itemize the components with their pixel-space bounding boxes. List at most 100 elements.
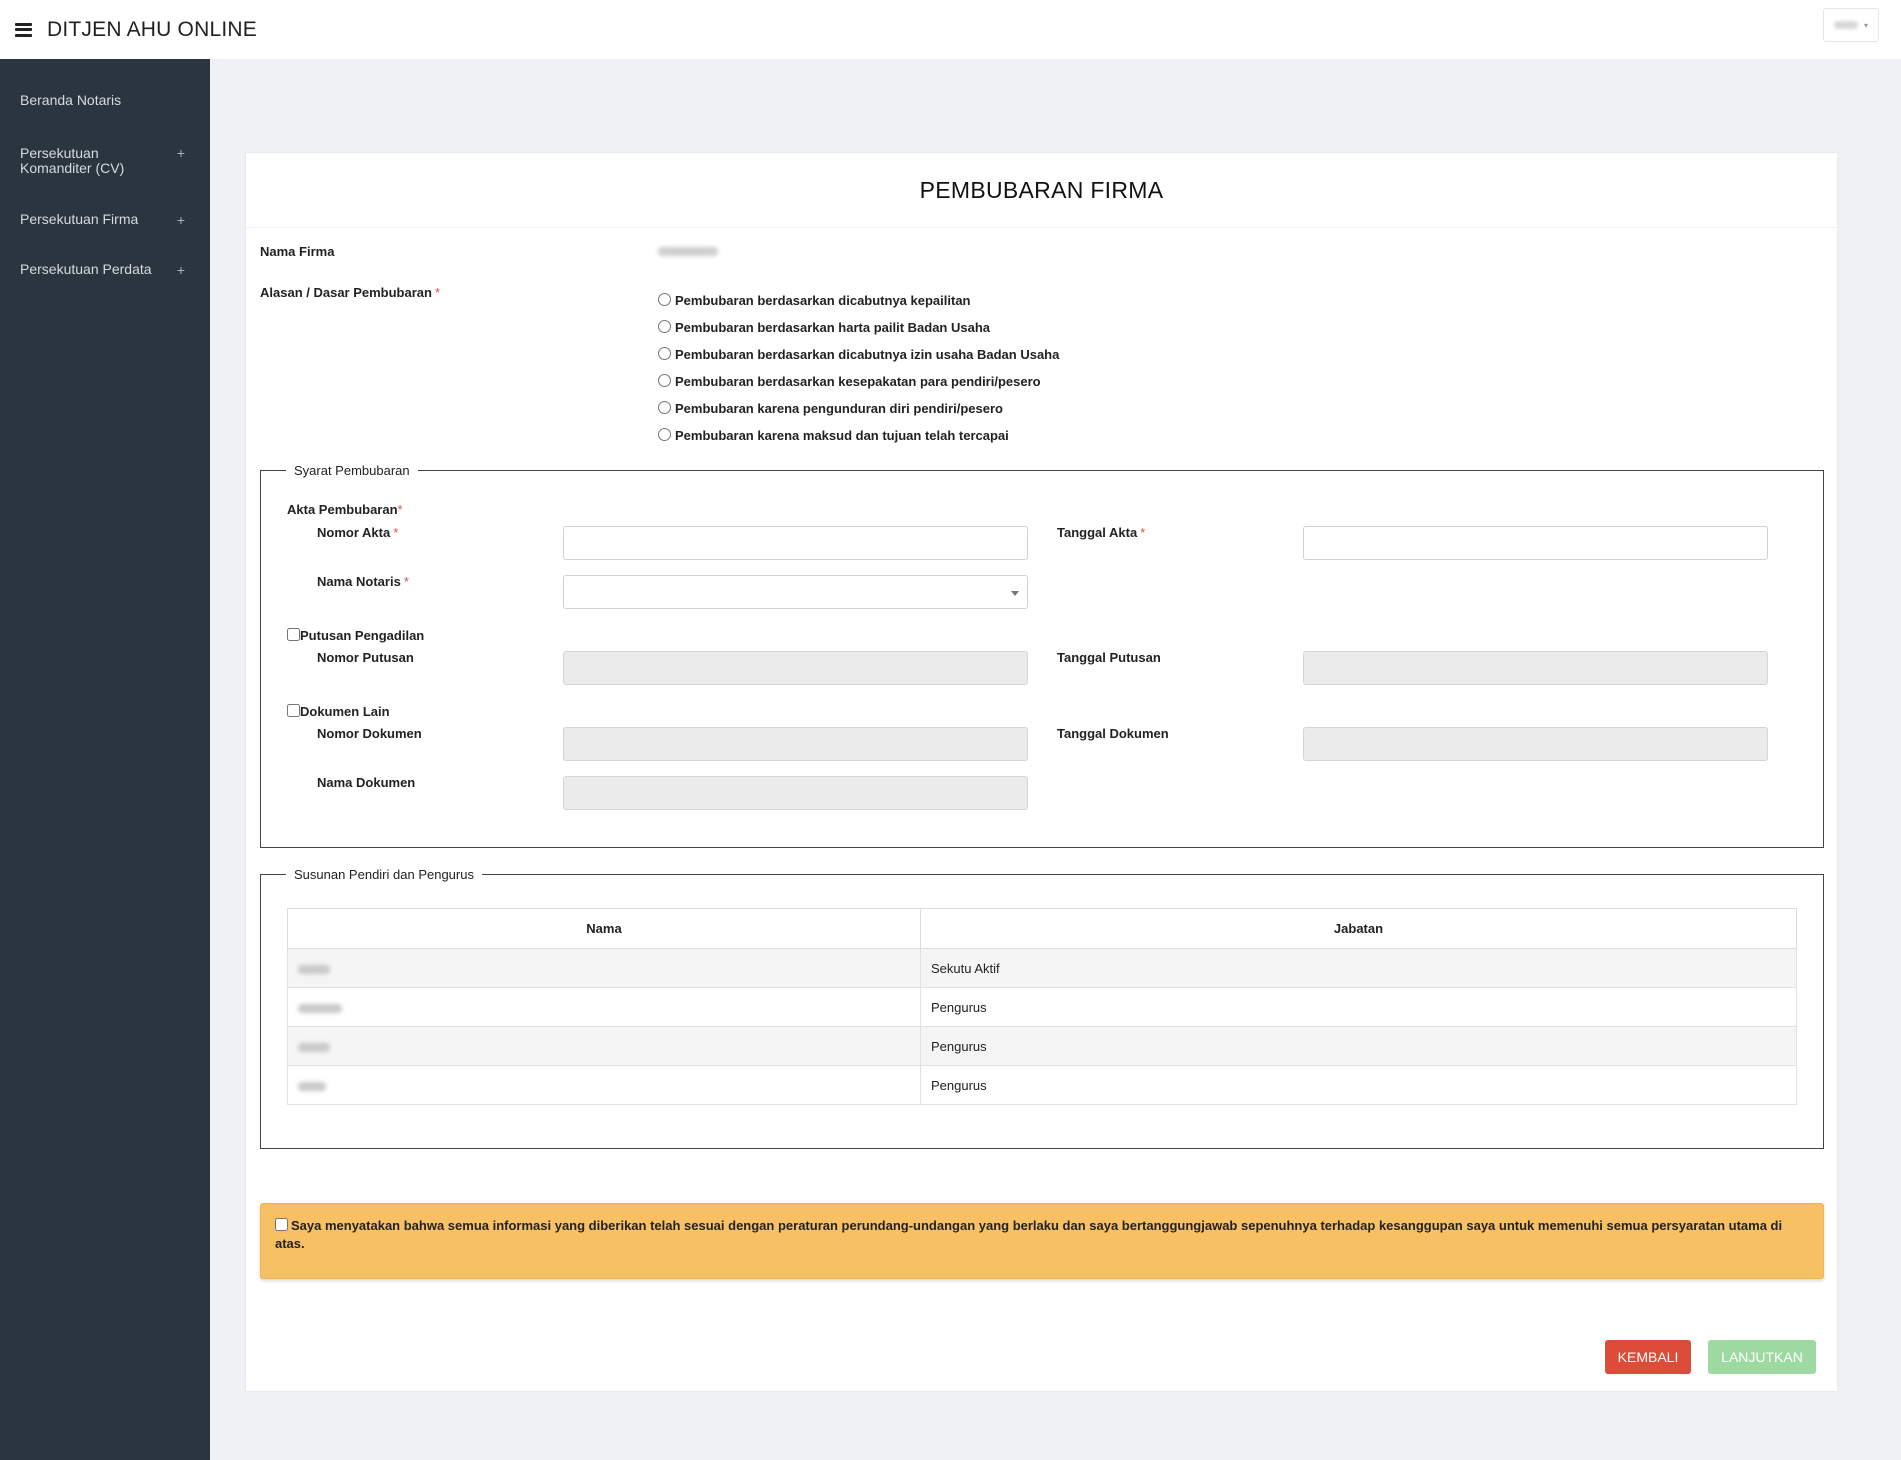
alasan-option-label: Pembubaran karena maksud dan tujuan tela… [675, 428, 1009, 443]
user-name-redacted [1833, 21, 1858, 29]
sidebar-item-label: Persekutuan Komanditer (CV) [20, 145, 125, 176]
alasan-radio[interactable] [658, 320, 671, 333]
redacted-name [298, 1003, 342, 1013]
column-header-nama: Nama [287, 908, 921, 949]
tanggal-akta-input[interactable] [1303, 526, 1768, 560]
nama-notaris-label: Nama Notaris * [317, 574, 409, 589]
plus-icon: + [176, 212, 185, 228]
pendiri-table: Nama Jabatan Sekutu Aktif Pengurus Pengu… [287, 908, 1797, 1105]
alasan-radio[interactable] [658, 347, 671, 360]
tanggal-akta-label: Tanggal Akta * [1057, 525, 1145, 540]
alasan-option-label: Pembubaran karena pengunduran diri pendi… [675, 401, 1003, 416]
alasan-label: Alasan / Dasar Pembubaran * [260, 285, 440, 300]
declaration-checkbox[interactable] [275, 1218, 288, 1231]
alasan-option-label: Pembubaran berdasarkan harta pailit Bada… [675, 320, 990, 335]
alasan-radio-group: Pembubaran berdasarkan dicabutnya kepail… [658, 287, 1059, 449]
form-card: PEMBUBARAN FIRMA Nama Firma Alasan / Das… [245, 152, 1838, 1392]
nomor-dokumen-input[interactable] [563, 727, 1028, 761]
susunan-legend: Susunan Pendiri dan Pengurus [294, 867, 474, 882]
table-row: Sekutu Aktif [287, 948, 1797, 988]
nama-cell-redacted [287, 1065, 921, 1105]
alasan-option[interactable]: Pembubaran berdasarkan dicabutnya kepail… [658, 287, 1059, 314]
top-bar: DITJEN AHU ONLINE ▾ [0, 0, 1901, 59]
tanggal-dokumen-input[interactable] [1303, 727, 1768, 761]
nomor-akta-input[interactable] [563, 526, 1028, 560]
alasan-radio[interactable] [658, 293, 671, 306]
susunan-pendiri-fieldset: Susunan Pendiri dan Pengurus Nama Jabata… [260, 867, 1824, 1149]
nama-firma-label: Nama Firma [260, 244, 335, 259]
table-row: Pengurus [287, 1065, 1797, 1105]
syarat-legend: Syarat Pembubaran [294, 463, 410, 478]
alasan-label-text: Alasan / Dasar Pembubaran [260, 285, 432, 300]
required-mark: * [434, 285, 441, 300]
nama-cell-redacted [287, 987, 921, 1027]
alasan-option-label: Pembubaran berdasarkan dicabutnya kepail… [675, 293, 971, 308]
dokumen-lain-checkbox[interactable] [287, 704, 300, 717]
alasan-option[interactable]: Pembubaran karena maksud dan tujuan tela… [658, 422, 1059, 449]
sidebar-item-label: Beranda Notaris [20, 92, 122, 108]
lanjutkan-button[interactable]: LANJUTKAN [1708, 1340, 1816, 1374]
required-mark: * [393, 525, 399, 540]
nama-notaris-label-text: Nama Notaris [317, 574, 401, 589]
sidebar-item-persekutuan-komanditer[interactable]: Persekutuan Komanditer (CV) + [0, 146, 190, 176]
dokumen-lain-label: Dokumen Lain [300, 704, 390, 719]
jabatan-cell: Sekutu Aktif [920, 948, 1797, 988]
plus-icon: + [176, 262, 185, 278]
table-header-row: Nama Jabatan [287, 908, 1797, 949]
declaration-notice: Saya menyatakan bahwa semua informasi ya… [260, 1203, 1824, 1279]
nama-dokumen-label: Nama Dokumen [317, 775, 416, 790]
syarat-pembubaran-fieldset: Syarat Pembubaran Akta Pembubaran* Nomor… [260, 463, 1824, 848]
hamburger-icon[interactable] [15, 22, 32, 37]
sidebar-item-persekutuan-firma[interactable]: Persekutuan Firma + [0, 211, 210, 228]
column-header-jabatan: Jabatan [920, 908, 1797, 949]
putusan-pengadilan-checkbox[interactable] [287, 628, 300, 641]
required-mark: * [1140, 525, 1146, 540]
alasan-option[interactable]: Pembubaran berdasarkan kesepakatan para … [658, 368, 1059, 395]
sidebar-item-persekutuan-perdata[interactable]: Persekutuan Perdata + [0, 261, 210, 278]
alasan-option-label: Pembubaran berdasarkan kesepakatan para … [675, 374, 1041, 389]
jabatan-cell: Pengurus [920, 1026, 1797, 1066]
nama-cell-redacted [287, 948, 921, 988]
redacted-name [298, 1042, 330, 1052]
tanggal-akta-label-text: Tanggal Akta [1057, 525, 1138, 540]
putusan-pengadilan-label: Putusan Pengadilan [300, 628, 425, 643]
caret-down-icon [1011, 591, 1019, 596]
alasan-radio[interactable] [658, 428, 671, 441]
redacted-name [298, 1081, 326, 1091]
alasan-option[interactable]: Pembubaran berdasarkan dicabutnya izin u… [658, 341, 1059, 368]
declaration-text: Saya menyatakan bahwa semua informasi ya… [275, 1218, 1783, 1251]
nama-firma-value-redacted [658, 247, 718, 256]
user-menu[interactable]: ▾ [1823, 8, 1879, 42]
alasan-radio[interactable] [658, 374, 671, 387]
sidebar: Beranda Notaris Persekutuan Komanditer (… [0, 59, 210, 1460]
required-mark: * [403, 574, 409, 589]
nomor-akta-label: Nomor Akta * [317, 525, 398, 540]
table-row: Pengurus [287, 987, 1797, 1027]
nama-notaris-select[interactable] [563, 575, 1028, 609]
nama-cell-redacted [287, 1026, 921, 1066]
nomor-dokumen-label: Nomor Dokumen [317, 726, 422, 741]
tanggal-putusan-label: Tanggal Putusan [1057, 650, 1161, 665]
nomor-putusan-input[interactable] [563, 651, 1028, 685]
redacted-name [298, 964, 330, 974]
tanggal-putusan-input[interactable] [1303, 651, 1768, 685]
jabatan-cell: Pengurus [920, 1065, 1797, 1105]
page-title: PEMBUBARAN FIRMA [246, 153, 1837, 228]
alasan-option[interactable]: Pembubaran karena pengunduran diri pendi… [658, 395, 1059, 422]
kembali-button[interactable]: KEMBALI [1605, 1340, 1691, 1374]
sidebar-item-beranda-notaris[interactable]: Beranda Notaris [0, 92, 210, 108]
tanggal-dokumen-label: Tanggal Dokumen [1057, 726, 1169, 741]
akta-label-text: Akta Pembubaran [287, 502, 398, 517]
alasan-radio[interactable] [658, 401, 671, 414]
akta-pembubaran-label: Akta Pembubaran* [287, 502, 403, 517]
alasan-option[interactable]: Pembubaran berdasarkan harta pailit Bada… [658, 314, 1059, 341]
nama-dokumen-input[interactable] [563, 776, 1028, 810]
plus-icon: + [176, 145, 185, 161]
required-mark: * [397, 502, 403, 517]
app-title: DITJEN AHU ONLINE [47, 17, 257, 41]
alasan-option-label: Pembubaran berdasarkan dicabutnya izin u… [675, 347, 1060, 362]
nomor-akta-label-text: Nomor Akta [317, 525, 391, 540]
nomor-putusan-label: Nomor Putusan [317, 650, 414, 665]
table-row: Pengurus [287, 1026, 1797, 1066]
sidebar-item-label: Persekutuan Firma [20, 211, 139, 227]
